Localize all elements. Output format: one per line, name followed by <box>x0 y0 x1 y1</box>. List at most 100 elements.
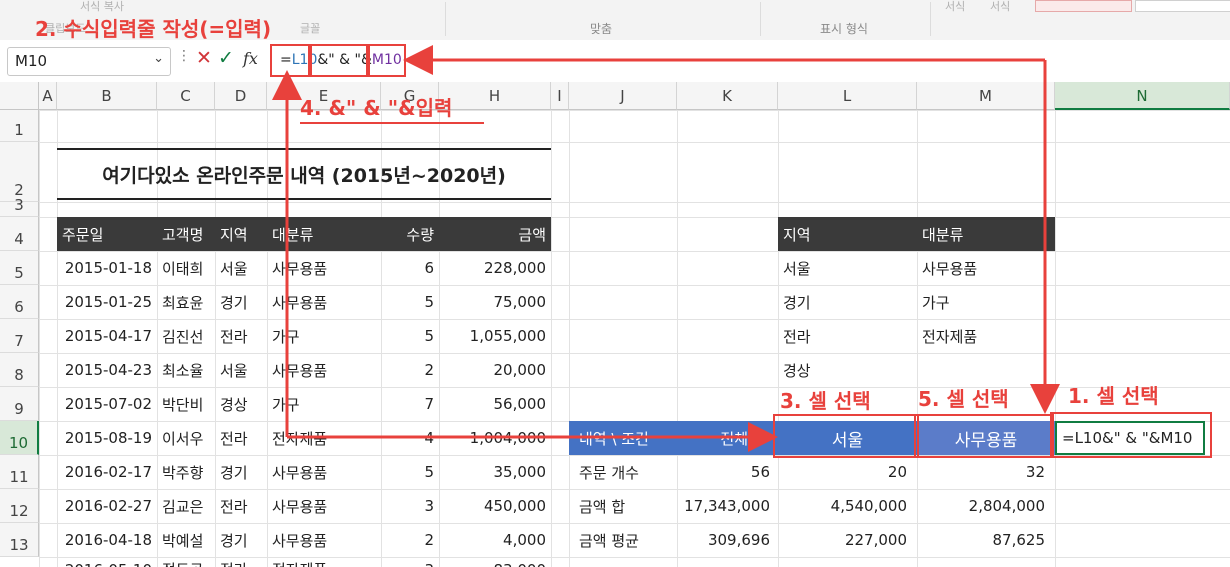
table-header[interactable]: 금액 <box>439 217 551 251</box>
table-cell[interactable]: 서울 <box>215 353 267 387</box>
column-header-i[interactable]: I <box>551 82 569 110</box>
criteria-cell[interactable]: 경기 <box>778 285 917 319</box>
criteria-cell[interactable]: 전자제품 <box>917 319 1055 353</box>
table-cell[interactable]: 35,000 <box>439 455 551 489</box>
table-cell[interactable]: 전라 <box>215 421 267 455</box>
enter-icon[interactable]: ✓ <box>218 47 234 69</box>
row-header-8[interactable]: 8 <box>0 353 39 387</box>
table-cell[interactable]: 83,000 <box>439 557 551 567</box>
table-cell[interactable]: 전라 <box>215 489 267 523</box>
summary-value[interactable]: 309,696 <box>677 523 778 557</box>
table-cell[interactable]: 2016-05-10 <box>57 557 157 567</box>
row-header-10[interactable]: 10 <box>0 421 39 455</box>
summary-value[interactable]: 56 <box>677 455 778 489</box>
row-header-5[interactable]: 5 <box>0 251 39 285</box>
table-cell[interactable]: 3 <box>381 557 439 567</box>
table-cell[interactable]: 전자제품 <box>267 557 381 567</box>
column-header-d[interactable]: D <box>215 82 267 110</box>
summary-value[interactable]: 227,000 <box>778 523 917 557</box>
column-header-k[interactable]: K <box>677 82 778 110</box>
criteria-cell[interactable]: 서울 <box>778 251 917 285</box>
table-cell[interactable]: 450,000 <box>439 489 551 523</box>
criteria-header[interactable]: 지역 <box>778 217 917 251</box>
select-all-corner[interactable] <box>0 82 39 110</box>
table-cell[interactable]: 전라 <box>215 319 267 353</box>
table-cell[interactable]: 20,000 <box>439 353 551 387</box>
table-cell[interactable]: 최효윤 <box>157 285 215 319</box>
table-cell[interactable]: 56,000 <box>439 387 551 421</box>
table-cell[interactable]: 경상 <box>215 387 267 421</box>
table-cell[interactable]: 2016-02-17 <box>57 455 157 489</box>
table-cell[interactable]: 김교은 <box>157 489 215 523</box>
table-cell[interactable]: 이서우 <box>157 421 215 455</box>
cell-style-swatch[interactable] <box>1135 0 1230 12</box>
table-cell[interactable]: 전자제품 <box>267 421 381 455</box>
column-header-b[interactable]: B <box>57 82 157 110</box>
table-cell[interactable]: 3 <box>381 489 439 523</box>
table-header[interactable]: 주문일 <box>57 217 157 251</box>
table-cell[interactable]: 1,004,000 <box>439 421 551 455</box>
row-header-9[interactable]: 9 <box>0 387 39 421</box>
table-cell[interactable]: 서울 <box>215 251 267 285</box>
table-cell[interactable]: 1,055,000 <box>439 319 551 353</box>
row-header-2[interactable]: 2 <box>0 142 39 202</box>
criteria-cell[interactable]: 사무용품 <box>917 251 1055 285</box>
table-cell[interactable]: 최소율 <box>157 353 215 387</box>
table-cell[interactable]: 박주향 <box>157 455 215 489</box>
column-header-l[interactable]: L <box>778 82 917 110</box>
table-cell[interactable]: 5 <box>381 455 439 489</box>
cell-style-swatch[interactable] <box>1035 0 1132 12</box>
table-cell[interactable]: 2015-01-18 <box>57 251 157 285</box>
cancel-icon[interactable]: ✕ <box>196 47 212 69</box>
summary-value[interactable]: 2,804,000 <box>917 489 1055 523</box>
column-header-n[interactable]: N <box>1055 82 1230 110</box>
summary-value[interactable]: 20 <box>778 455 917 489</box>
table-cell[interactable]: 4,000 <box>439 523 551 557</box>
table-cell[interactable]: 5 <box>381 319 439 353</box>
table-cell[interactable]: 6 <box>381 251 439 285</box>
table-cell[interactable]: 2016-02-27 <box>57 489 157 523</box>
ribbon-style-label[interactable]: 서식 <box>990 0 1010 14</box>
table-cell[interactable]: 사무용품 <box>267 489 381 523</box>
table-cell[interactable]: 사무용품 <box>267 251 381 285</box>
table-cell[interactable]: 사무용품 <box>267 285 381 319</box>
table-cell[interactable]: 2016-04-18 <box>57 523 157 557</box>
row-header-12[interactable]: 12 <box>0 489 39 523</box>
table-cell[interactable]: 2015-04-23 <box>57 353 157 387</box>
row-header-6[interactable]: 6 <box>0 285 39 319</box>
criteria-header[interactable]: 대분류 <box>917 217 1055 251</box>
table-cell[interactable]: 경기 <box>215 455 267 489</box>
summary-header-all[interactable]: 전체 <box>677 421 778 455</box>
column-header-a[interactable]: A <box>39 82 57 110</box>
table-header[interactable]: 수량 <box>381 217 439 251</box>
table-cell[interactable]: 사무용품 <box>267 523 381 557</box>
table-cell[interactable]: 정도곤 <box>157 557 215 567</box>
criteria-cell[interactable]: 전라 <box>778 319 917 353</box>
summary-label[interactable]: 금액 합 <box>569 489 677 523</box>
table-cell[interactable]: 2015-04-17 <box>57 319 157 353</box>
table-cell[interactable]: 228,000 <box>439 251 551 285</box>
table-cell[interactable]: 가구 <box>267 319 381 353</box>
ribbon-style-label[interactable]: 서식 <box>945 0 965 14</box>
table-cell[interactable]: 7 <box>381 387 439 421</box>
formula-input[interactable]: =L10&" & "&M10 <box>268 45 1230 75</box>
table-cell[interactable]: 2015-01-25 <box>57 285 157 319</box>
row-header-11[interactable]: 11 <box>0 455 39 489</box>
table-cell[interactable]: 이태희 <box>157 251 215 285</box>
table-cell[interactable]: 박단비 <box>157 387 215 421</box>
summary-value[interactable]: 87,625 <box>917 523 1055 557</box>
table-cell[interactable]: 가구 <box>267 387 381 421</box>
row-header-7[interactable]: 7 <box>0 319 39 353</box>
row-header-13[interactable]: 13 <box>0 523 39 557</box>
table-cell[interactable]: 75,000 <box>439 285 551 319</box>
name-box[interactable]: M10 ⌄ <box>7 47 171 76</box>
table-cell[interactable]: 전라 <box>215 557 267 567</box>
row-header-4[interactable]: 4 <box>0 217 39 251</box>
column-header-j[interactable]: J <box>569 82 677 110</box>
criteria-cell[interactable]: 가구 <box>917 285 1055 319</box>
table-cell[interactable]: 박예설 <box>157 523 215 557</box>
criteria-cell[interactable]: 경상 <box>778 353 917 387</box>
table-cell[interactable]: 2 <box>381 353 439 387</box>
column-header-m[interactable]: M <box>917 82 1055 110</box>
summary-value[interactable]: 4,540,000 <box>778 489 917 523</box>
